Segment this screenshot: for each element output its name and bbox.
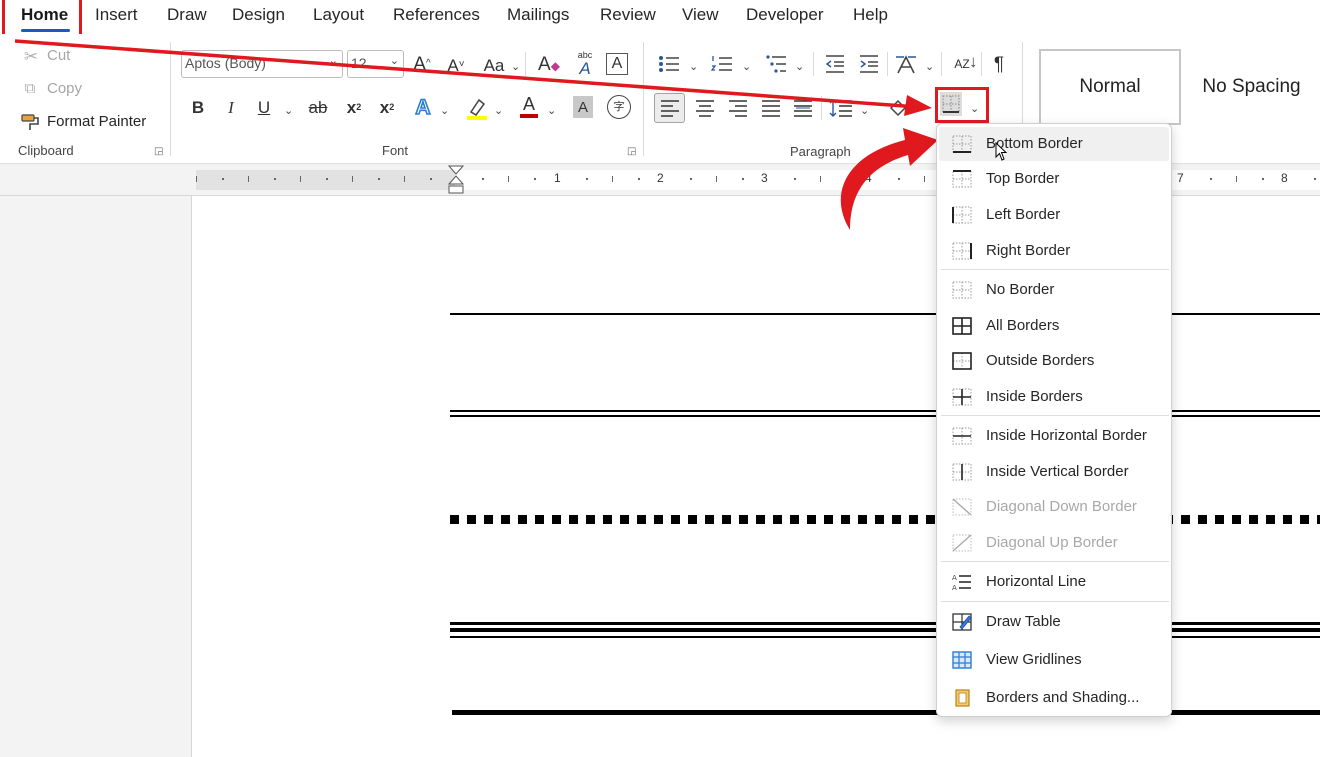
- menu-item-no-border[interactable]: No Border: [939, 273, 1169, 307]
- svg-text:A: A: [952, 584, 957, 591]
- curved-arrow-icon: [840, 128, 938, 230]
- bottom-border-icon: [952, 135, 972, 153]
- outside-borders-icon: [952, 352, 972, 370]
- all-borders-icon: [952, 317, 972, 335]
- menu-item-label: Right Border: [986, 242, 1071, 259]
- borders-and-shading-icon: [955, 689, 970, 707]
- word-window: Home Insert Draw Design Layout Reference…: [0, 0, 1320, 757]
- horizontal-line-icon: AA: [952, 574, 971, 591]
- menu-separator: [941, 601, 1169, 602]
- menu-item-left-border[interactable]: Left Border: [939, 198, 1169, 232]
- menu-item-label: Inside Borders: [986, 388, 1083, 405]
- menu-item-label: View Gridlines: [986, 651, 1082, 668]
- menu-item-label: Left Border: [986, 206, 1061, 223]
- borders-dropdown-menu: Bottom Border Top Border Left Border Rig…: [936, 123, 1172, 717]
- mouse-cursor-icon: [995, 142, 1008, 161]
- inside-horizontal-border-icon: [952, 427, 972, 445]
- left-border-icon: [952, 206, 972, 224]
- menu-item-label: Borders and Shading...: [986, 689, 1140, 706]
- home-to-borders-arrow-line: [14, 39, 919, 109]
- menu-item-label: Outside Borders: [986, 352, 1095, 369]
- menu-item-diagonal-down-border[interactable]: Diagonal Down Border: [939, 490, 1169, 524]
- menu-item-bottom-border[interactable]: Bottom Border: [939, 127, 1169, 161]
- menu-item-diagonal-up-border[interactable]: Diagonal Up Border: [939, 526, 1169, 560]
- menu-item-label: Inside Vertical Border: [986, 463, 1129, 480]
- menu-item-draw-table[interactable]: Draw Table: [939, 605, 1169, 639]
- menu-item-outside-borders[interactable]: Outside Borders: [939, 344, 1169, 378]
- menu-item-horizontal-line[interactable]: AA Horizontal Line: [939, 565, 1169, 599]
- view-gridlines-icon: [952, 651, 972, 669]
- menu-item-right-border[interactable]: Right Border: [939, 234, 1169, 268]
- top-border-icon: [952, 170, 972, 188]
- diagonal-down-border-icon: [952, 498, 972, 516]
- right-border-icon: [952, 242, 972, 260]
- menu-item-inside-borders[interactable]: Inside Borders: [939, 380, 1169, 414]
- menu-item-view-gridlines[interactable]: View Gridlines: [939, 643, 1169, 677]
- menu-separator: [941, 561, 1169, 562]
- menu-item-label: Top Border: [986, 170, 1060, 187]
- inside-vertical-border-icon: [952, 463, 972, 481]
- no-border-icon: [952, 281, 972, 299]
- menu-item-label: Diagonal Down Border: [986, 498, 1137, 515]
- menu-item-borders-and-shading[interactable]: Borders and Shading...: [939, 681, 1169, 715]
- menu-item-label: Horizontal Line: [986, 573, 1087, 590]
- diagonal-up-border-icon: [952, 534, 972, 552]
- menu-separator: [941, 269, 1169, 270]
- arrowhead-icon: [904, 95, 932, 116]
- draw-table-icon: [952, 613, 972, 631]
- menu-item-label: Inside Horizontal Border: [986, 427, 1147, 444]
- inside-borders-icon: [952, 388, 972, 406]
- menu-item-inside-horizontal-border[interactable]: Inside Horizontal Border: [939, 419, 1169, 453]
- menu-item-label: Draw Table: [986, 613, 1061, 630]
- menu-item-label: Diagonal Up Border: [986, 534, 1118, 551]
- menu-separator: [941, 415, 1169, 416]
- menu-item-all-borders[interactable]: All Borders: [939, 309, 1169, 343]
- menu-item-label: All Borders: [986, 317, 1060, 334]
- menu-item-inside-vertical-border[interactable]: Inside Vertical Border: [939, 455, 1169, 489]
- menu-item-label: No Border: [986, 281, 1055, 298]
- menu-item-top-border[interactable]: Top Border: [939, 162, 1169, 196]
- svg-text:A: A: [952, 574, 957, 582]
